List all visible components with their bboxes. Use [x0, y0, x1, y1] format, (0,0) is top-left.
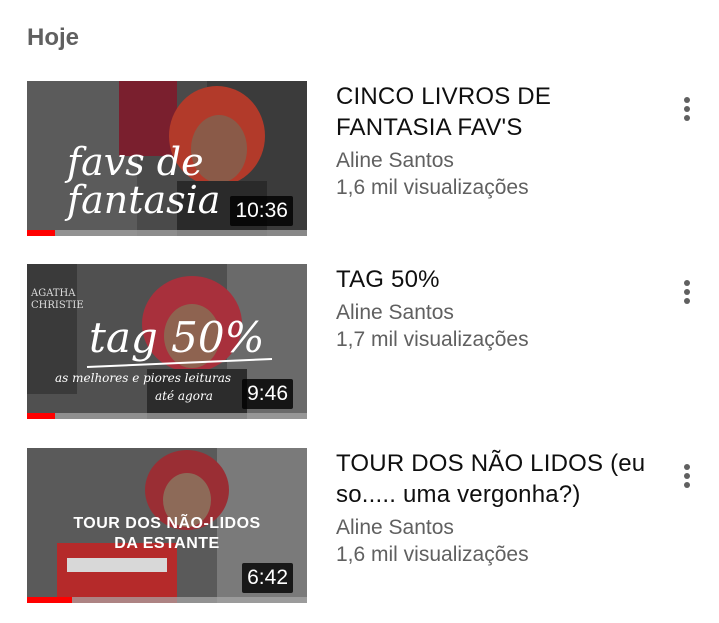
channel-name[interactable]: Aline Santos	[336, 299, 656, 326]
video-meta: TOUR DOS NÃO LIDOS (eu so..... uma vergo…	[336, 448, 656, 568]
book-spine-label: AGATHA CHRISTIE	[31, 288, 84, 311]
video-title[interactable]: CINCO LIVROS DE FANTASIA FAV'S	[336, 81, 656, 143]
more-options-icon[interactable]	[674, 460, 700, 492]
watch-progress-fill	[27, 413, 55, 419]
watch-progress-fill	[27, 597, 72, 603]
thumbnail-subcaption: até agora	[155, 389, 213, 403]
video-duration: 10:36	[230, 196, 293, 226]
video-duration: 9:46	[242, 379, 293, 409]
video-title[interactable]: TAG 50%	[336, 264, 656, 295]
video-duration: 6:42	[242, 563, 293, 593]
watch-progress-fill	[27, 230, 55, 236]
thumbnail-caption: TOUR DOS NÃO-LIDOS DA ESTANTE	[73, 515, 261, 552]
video-item[interactable]: AGATHA CHRISTIE tag 50% as melhores e pi…	[0, 264, 719, 424]
video-meta: TAG 50% Aline Santos 1,7 mil visualizaçõ…	[336, 264, 656, 353]
thumbnail-caption: favs de fantasia	[67, 140, 221, 222]
watch-progress-bar	[27, 597, 307, 603]
more-options-icon[interactable]	[674, 276, 700, 308]
channel-name[interactable]: Aline Santos	[336, 514, 656, 541]
video-title[interactable]: TOUR DOS NÃO LIDOS (eu so..... uma vergo…	[336, 448, 656, 510]
channel-name[interactable]: Aline Santos	[336, 147, 656, 174]
watch-progress-bar	[27, 413, 307, 419]
view-count: 1,6 mil visualizações	[336, 176, 529, 199]
section-title: Hoje	[27, 24, 80, 51]
watch-progress-bar	[27, 230, 307, 236]
video-thumbnail[interactable]: AGATHA CHRISTIE tag 50% as melhores e pi…	[27, 264, 307, 419]
more-options-icon[interactable]	[674, 93, 700, 125]
video-item[interactable]: favs de fantasia 10:36 CINCO LIVROS DE F…	[0, 81, 719, 241]
view-count: 1,6 mil visualizações	[336, 543, 529, 566]
thumbnail-subcaption: as melhores e piores leituras	[55, 371, 232, 385]
video-meta: CINCO LIVROS DE FANTASIA FAV'S Aline San…	[336, 81, 656, 201]
video-item[interactable]: TOUR DOS NÃO-LIDOS DA ESTANTE 6:42 TOUR …	[0, 448, 719, 608]
view-count: 1,7 mil visualizações	[336, 328, 529, 351]
video-thumbnail[interactable]: favs de fantasia 10:36	[27, 81, 307, 236]
video-thumbnail[interactable]: TOUR DOS NÃO-LIDOS DA ESTANTE 6:42	[27, 448, 307, 603]
thumbnail-caption: tag 50%	[89, 313, 265, 362]
